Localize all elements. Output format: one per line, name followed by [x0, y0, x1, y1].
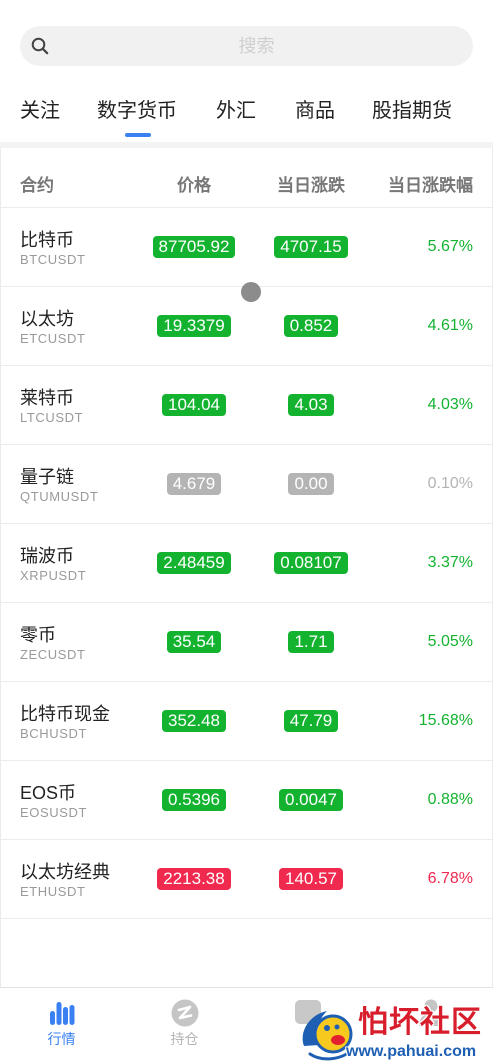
- table-row[interactable]: 以太坊经典 ETHUSDT 2213.38 140.57 6.78%: [0, 840, 493, 919]
- contract-name: 以太坊经典: [20, 862, 110, 882]
- contract-code: BTCUSDT: [20, 252, 86, 267]
- change-percent: 5.67%: [427, 238, 473, 255]
- price-badge: 0.5396: [162, 789, 226, 811]
- price-cell: 19.3379: [134, 315, 254, 337]
- contract-code: QTUMUSDT: [20, 489, 99, 504]
- header-change: 当日涨跌: [277, 176, 345, 195]
- touch-indicator: [241, 282, 261, 302]
- change-cell: 0.00: [251, 473, 371, 495]
- change-badge: 47.79: [283, 710, 339, 732]
- price-cell: 87705.92: [134, 236, 254, 258]
- change-cell: 0.0047: [251, 789, 371, 811]
- change-badge: 140.57: [279, 868, 343, 890]
- table-row[interactable]: 量子链 QTUMUSDT 4.679 0.00 0.10%: [0, 445, 493, 524]
- price-cell: 2213.38: [134, 868, 254, 890]
- change-percent: 5.05%: [427, 633, 473, 650]
- change-percent: 4.03%: [427, 396, 473, 413]
- change-cell: 140.57: [251, 868, 371, 890]
- table-row[interactable]: 比特币 BTCUSDT 87705.92 4707.15 5.67%: [0, 208, 493, 287]
- change-percent: 0.10%: [427, 475, 473, 492]
- price-badge: 2213.38: [157, 868, 231, 890]
- contract-name: 莱特币: [20, 388, 74, 408]
- header-price: 价格: [177, 176, 211, 195]
- price-badge: 4.679: [166, 473, 222, 495]
- table-row[interactable]: 比特币现金 BCHUSDT 352.48 47.79 15.68%: [0, 682, 493, 761]
- bar-chart-icon: [48, 999, 76, 1027]
- market-list[interactable]: 比特币 BTCUSDT 87705.92 4707.15 5.67% 以太坊 ETCUSDT…: [0, 208, 493, 919]
- contract-code: EOSUSDT: [20, 805, 88, 820]
- change-cell: 4707.15: [251, 236, 371, 258]
- tab-commodities[interactable]: 商品: [295, 98, 335, 124]
- price-cell: 352.48: [134, 710, 254, 732]
- change-percent: 15.68%: [418, 712, 473, 729]
- price-cell: 35.54: [134, 631, 254, 653]
- change-badge: 0.00: [288, 473, 334, 495]
- contract-name: 量子链: [20, 467, 74, 487]
- change-badge: 1.71: [288, 631, 334, 653]
- price-cell: 2.48459: [134, 552, 254, 574]
- nav-label-market: 行情: [47, 1031, 76, 1047]
- contract-name: 瑞波币: [20, 546, 74, 566]
- tab-forex[interactable]: 外汇: [216, 98, 256, 124]
- change-cell: 47.79: [251, 710, 371, 732]
- contract-name: 比特币: [20, 230, 74, 250]
- price-cell: 104.04: [134, 394, 254, 416]
- contract-name: 比特币现金: [20, 704, 110, 724]
- contract-code: ETCUSDT: [20, 331, 86, 346]
- contract-code: ETHUSDT: [20, 884, 86, 899]
- watermark-title: 怕坏社区: [358, 1006, 482, 1039]
- price-cell: 0.5396: [134, 789, 254, 811]
- position-icon: [171, 999, 199, 1027]
- tab-watchlist[interactable]: 关注: [20, 98, 60, 124]
- change-percent: 3.37%: [427, 554, 473, 571]
- header-change-percent: 当日涨跌幅: [388, 176, 473, 195]
- change-percent: 6.78%: [427, 870, 473, 887]
- change-badge: 0.08107: [274, 552, 348, 574]
- contract-name: EOS币: [20, 783, 77, 803]
- table-row[interactable]: 莱特币 LTCUSDT 104.04 4.03 4.03%: [0, 366, 493, 445]
- price-badge: 104.04: [162, 394, 226, 416]
- table-header: 合约 价格 当日涨跌 当日涨跌幅: [0, 148, 493, 208]
- tab-crypto[interactable]: 数字货币: [97, 98, 177, 124]
- change-cell: 1.71: [251, 631, 371, 653]
- change-cell: 4.03: [251, 394, 371, 416]
- change-badge: 4707.15: [274, 236, 348, 258]
- header-contract: 合约: [20, 176, 54, 195]
- change-badge: 0.0047: [279, 789, 343, 811]
- tab-index-futures[interactable]: 股指期货: [372, 98, 452, 124]
- table-row[interactable]: 零币 ZECUSDT 35.54 1.71 5.05%: [0, 603, 493, 682]
- table-row[interactable]: EOS币 EOSUSDT 0.5396 0.0047 0.88%: [0, 761, 493, 840]
- price-badge: 87705.92: [152, 236, 236, 258]
- watermark: 怕坏社区 www.pahuai.com: [298, 1004, 490, 1062]
- change-cell: 0.08107: [251, 552, 371, 574]
- change-badge: 0.852: [283, 315, 339, 337]
- table-row[interactable]: 瑞波币 XRPUSDT 2.48459 0.08107 3.37%: [0, 524, 493, 603]
- change-percent: 4.61%: [427, 317, 473, 334]
- price-badge: 2.48459: [157, 552, 231, 574]
- price-badge: 19.3379: [157, 315, 231, 337]
- contract-name: 以太坊: [20, 309, 74, 329]
- contract-name: 零币: [20, 625, 56, 645]
- nav-label-positions: 持仓: [170, 1031, 199, 1047]
- change-badge: 4.03: [288, 394, 334, 416]
- change-cell: 0.852: [251, 315, 371, 337]
- change-percent: 0.88%: [427, 791, 473, 808]
- nav-item-positions[interactable]: 持仓: [123, 988, 246, 1064]
- search-bar[interactable]: [20, 26, 473, 66]
- nav-item-market[interactable]: 行情: [0, 988, 123, 1064]
- contract-code: LTCUSDT: [20, 410, 84, 425]
- price-badge: 35.54: [166, 631, 222, 653]
- watermark-url: www.pahuai.com: [346, 1043, 477, 1060]
- contract-code: XRPUSDT: [20, 568, 87, 583]
- search-input[interactable]: [74, 26, 439, 66]
- price-cell: 4.679: [134, 473, 254, 495]
- contract-code: BCHUSDT: [20, 726, 88, 741]
- price-badge: 352.48: [162, 710, 226, 732]
- search-icon[interactable]: [31, 37, 49, 55]
- active-tab-indicator: [125, 133, 151, 137]
- contract-code: ZECUSDT: [20, 647, 86, 662]
